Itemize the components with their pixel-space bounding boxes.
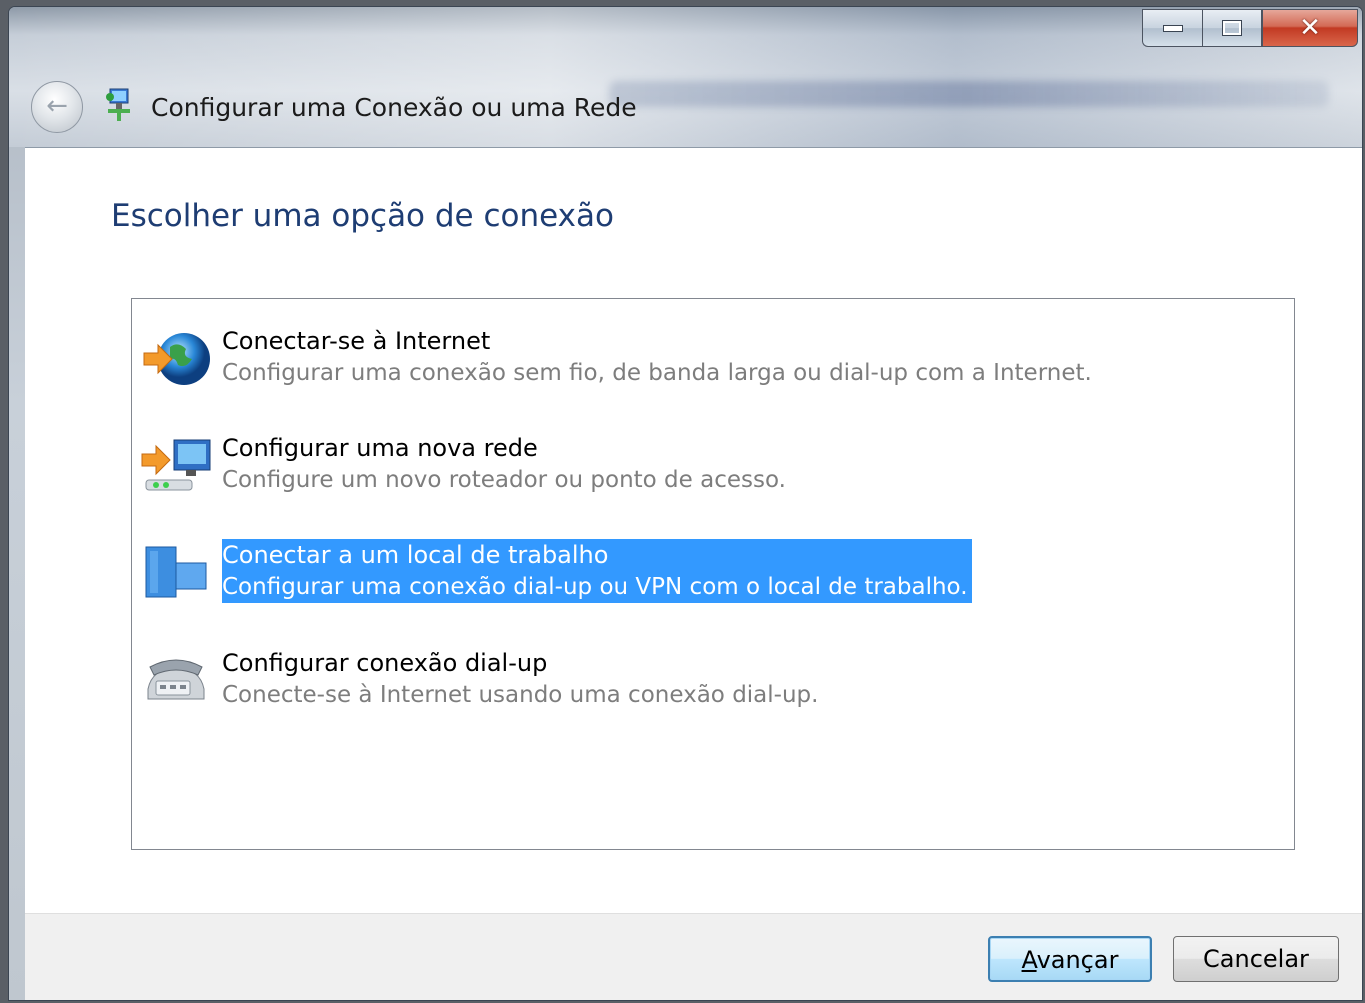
network-setup-icon (106, 88, 130, 121)
option-description: Conecte-se à Internet usando uma conexão… (222, 682, 819, 708)
dialog-footer: Avançar Cancelar (25, 913, 1362, 1000)
maximize-button[interactable] (1202, 9, 1262, 47)
next-button[interactable]: Avançar (988, 936, 1152, 982)
option-title: Conectar-se à Internet (222, 327, 491, 355)
content-area: Escolher uma opção de conexão Conectar-s… (25, 147, 1362, 914)
telephone-icon (147, 659, 205, 700)
close-button[interactable]: ✕ (1262, 9, 1358, 47)
maximize-icon (1222, 20, 1242, 36)
option-description: Configurar uma conexão sem fio, de banda… (222, 360, 1092, 386)
option-connect-internet[interactable]: Conectar-se à Internet Configurar uma co… (140, 327, 1240, 401)
option-title: Configurar conexão dial-up (222, 649, 548, 677)
cancel-button[interactable]: Cancelar (1173, 936, 1339, 982)
option-description: Configurar uma conexão dial-up ou VPN co… (222, 574, 968, 600)
globe-arrow-icon (143, 333, 210, 385)
back-button[interactable]: ← (31, 81, 83, 133)
option-description: Configure um novo roteador ou ponto de a… (222, 467, 786, 493)
network-router-icon (141, 439, 211, 491)
option-new-network[interactable]: Configurar uma nova rede Configure um no… (140, 434, 1240, 508)
minimize-icon (1162, 24, 1183, 32)
workplace-icon (145, 546, 207, 598)
dialog-window: ✕ ← Configurar uma Conexão ou uma Rede E… (8, 6, 1363, 1001)
option-workplace[interactable]: Conectar a um local de trabalho Configur… (140, 539, 1240, 615)
next-accelerator: A (1021, 946, 1037, 974)
option-dialup[interactable]: Configurar conexão dial-up Conecte-se à … (140, 649, 1240, 723)
option-title: Configurar uma nova rede (222, 434, 538, 462)
background-blur (609, 81, 1329, 107)
next-button-label: vançar (1036, 946, 1119, 974)
close-icon: ✕ (1299, 13, 1321, 43)
window-title: Configurar uma Conexão ou uma Rede (151, 93, 637, 122)
back-arrow-icon: ← (46, 91, 68, 121)
connection-options-list: Conectar-se à Internet Configurar uma co… (131, 298, 1295, 850)
option-title: Conectar a um local de trabalho (222, 541, 609, 569)
minimize-button[interactable] (1142, 9, 1202, 47)
page-heading: Escolher uma opção de conexão (111, 198, 614, 234)
window-controls: ✕ (1142, 9, 1358, 53)
